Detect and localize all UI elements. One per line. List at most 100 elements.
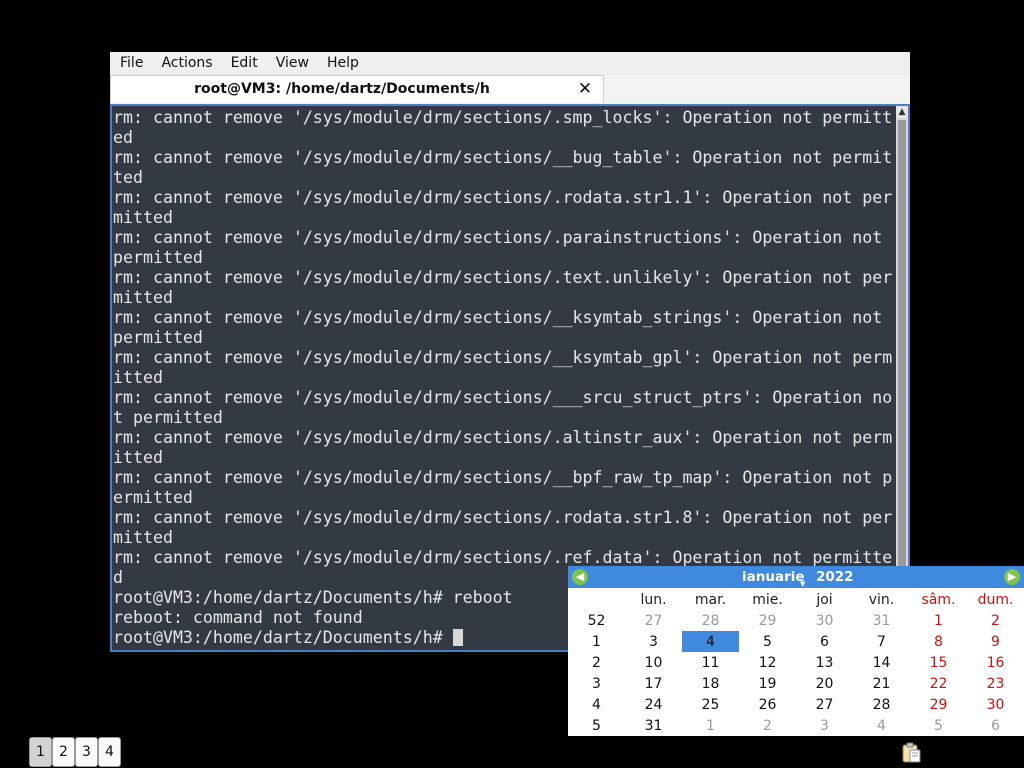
calendar-day[interactable]: 27 — [796, 694, 853, 715]
terminal-line: rm: cannot remove '/sys/module/drm/secti… — [113, 348, 893, 367]
calendar-day[interactable]: 31 — [853, 610, 910, 631]
terminal-line: rm: cannot remove '/sys/module/drm/secti… — [113, 508, 893, 527]
day-header: joi — [816, 591, 833, 608]
terminal-line: permitted — [113, 248, 203, 267]
calendar-day[interactable]: 6 — [796, 631, 853, 652]
calendar-day[interactable]: 4 — [853, 715, 910, 736]
day-header: mar. — [694, 591, 727, 608]
calendar-day[interactable]: 29 — [910, 694, 967, 715]
tab-bar: root@VM3: /home/dartz/Documents/h ✕ — [110, 75, 910, 103]
calendar-day[interactable]: 31 — [625, 715, 682, 736]
week-number-header — [568, 589, 625, 610]
calendar-day[interactable]: 14 — [853, 652, 910, 673]
calendar-day[interactable]: 13 — [796, 652, 853, 673]
terminal-line: rm: cannot remove '/sys/module/drm/secti… — [113, 468, 893, 487]
calendar-popup: ◀ ianuarie ▼ 2022 ▶ lun. mar. mie. joi vin. s… — [568, 566, 1024, 736]
terminal-tab[interactable]: root@VM3: /home/dartz/Documents/h ✕ — [110, 75, 604, 103]
terminal-line: mitted — [113, 528, 173, 547]
calendar-day[interactable]: 1 — [910, 610, 967, 631]
calendar-day[interactable]: 3 — [796, 715, 853, 736]
month-dropdown-icon[interactable]: ▼ — [800, 580, 805, 588]
calendar-day[interactable]: 7 — [853, 631, 910, 652]
workspace-button-3[interactable]: 3 — [75, 737, 98, 767]
terminal-line: mitted — [113, 208, 173, 227]
terminal-line: rm: cannot remove '/sys/module/drm/secti… — [113, 228, 883, 247]
day-header: sâm. — [921, 591, 956, 608]
terminal-line: mitted — [113, 288, 173, 307]
menu-actions[interactable]: Actions — [151, 52, 220, 74]
terminal-line: ed — [113, 128, 133, 147]
week-number: 1 — [592, 633, 601, 650]
week-number: 52 — [587, 612, 606, 629]
calendar-day[interactable]: 30 — [796, 610, 853, 631]
terminal-line: rm: cannot remove '/sys/module/drm/secti… — [113, 548, 893, 567]
calendar-day[interactable]: 8 — [910, 631, 967, 652]
menu-help[interactable]: Help — [317, 52, 367, 74]
day-header: lun. — [640, 591, 667, 608]
calendar-day[interactable]: 27 — [625, 610, 682, 631]
calendar-day[interactable]: 26 — [739, 694, 796, 715]
terminal-window: File Actions Edit View Help root@VM3: /h… — [110, 52, 910, 652]
scrollbar-thumb[interactable] — [898, 120, 906, 640]
menu-file[interactable]: File — [110, 52, 151, 74]
next-month-arrow-icon[interactable]: ▶ — [1004, 569, 1020, 585]
calendar-day[interactable]: 2 — [739, 715, 796, 736]
calendar-day[interactable]: 24 — [625, 694, 682, 715]
calendar-day-today[interactable]: 4 — [682, 631, 739, 652]
scroll-up-arrow-icon[interactable]: ▲ — [896, 106, 908, 118]
menu-view[interactable]: View — [266, 52, 317, 74]
calendar-day[interactable]: 10 — [625, 652, 682, 673]
calendar-day[interactable]: 20 — [796, 673, 853, 694]
terminal-line: permitted — [113, 328, 203, 347]
calendar-day[interactable]: 11 — [682, 652, 739, 673]
calendar-day[interactable]: 3 — [625, 631, 682, 652]
terminal-line: ted — [113, 168, 143, 187]
calendar-day[interactable]: 15 — [910, 652, 967, 673]
calendar-day[interactable]: 29 — [739, 610, 796, 631]
clipboard-icon[interactable] — [900, 742, 922, 764]
calendar-grid: lun. mar. mie. joi vin. sâm. dum. 52 27 28 29 30 31 1… — [568, 589, 1024, 736]
calendar-day[interactable]: 25 — [682, 694, 739, 715]
week-number: 3 — [592, 675, 601, 692]
calendar-day[interactable]: 19 — [739, 673, 796, 694]
calendar-day[interactable]: 5 — [910, 715, 967, 736]
calendar-day[interactable]: 12 — [739, 652, 796, 673]
calendar-day[interactable]: 1 — [682, 715, 739, 736]
workspace-button-4[interactable]: 4 — [98, 737, 121, 767]
workspace-switcher: 1234 — [29, 737, 121, 768]
day-header: vin. — [868, 591, 895, 608]
week-number: 4 — [592, 696, 601, 713]
workspace-button-1[interactable]: 1 — [29, 737, 52, 767]
calendar-day[interactable]: 2 — [967, 610, 1024, 631]
tab-title: root@VM3: /home/dartz/Documents/h — [194, 81, 490, 97]
calendar-month[interactable]: ianuarie — [742, 566, 805, 588]
calendar-day[interactable]: 21 — [853, 673, 910, 694]
close-icon[interactable]: ✕ — [575, 79, 595, 99]
calendar-day[interactable]: 9 — [967, 631, 1024, 652]
menu-edit[interactable]: Edit — [221, 52, 266, 74]
week-number: 5 — [592, 717, 601, 734]
calendar-day[interactable]: 28 — [682, 610, 739, 631]
terminal-line: rm: cannot remove '/sys/module/drm/secti… — [113, 108, 893, 127]
terminal-lines: rm: cannot remove '/sys/module/drm/secti… — [113, 108, 892, 627]
terminal-line: t permitted — [113, 408, 223, 427]
terminal-line: rm: cannot remove '/sys/module/drm/secti… — [113, 388, 893, 407]
calendar-header: ◀ ianuarie ▼ 2022 ▶ — [568, 566, 1024, 588]
calendar-day[interactable]: 23 — [967, 673, 1024, 694]
terminal-line: rm: cannot remove '/sys/module/drm/secti… — [113, 268, 893, 287]
calendar-day[interactable]: 22 — [910, 673, 967, 694]
prev-month-arrow-icon[interactable]: ◀ — [572, 569, 588, 585]
calendar-year[interactable]: 2022 — [816, 566, 854, 588]
terminal-line: itted — [113, 448, 163, 467]
calendar-day[interactable]: 5 — [739, 631, 796, 652]
workspace-button-2[interactable]: 2 — [52, 737, 75, 767]
calendar-day[interactable]: 28 — [853, 694, 910, 715]
terminal-line: root@VM3:/home/dartz/Documents/h# reboot — [113, 588, 513, 607]
calendar-day[interactable]: 17 — [625, 673, 682, 694]
menu-bar: File Actions Edit View Help — [110, 52, 910, 74]
terminal-line: reboot: command not found — [113, 608, 363, 627]
calendar-day[interactable]: 18 — [682, 673, 739, 694]
calendar-day[interactable]: 6 — [967, 715, 1024, 736]
calendar-day[interactable]: 16 — [967, 652, 1024, 673]
calendar-day[interactable]: 30 — [967, 694, 1024, 715]
